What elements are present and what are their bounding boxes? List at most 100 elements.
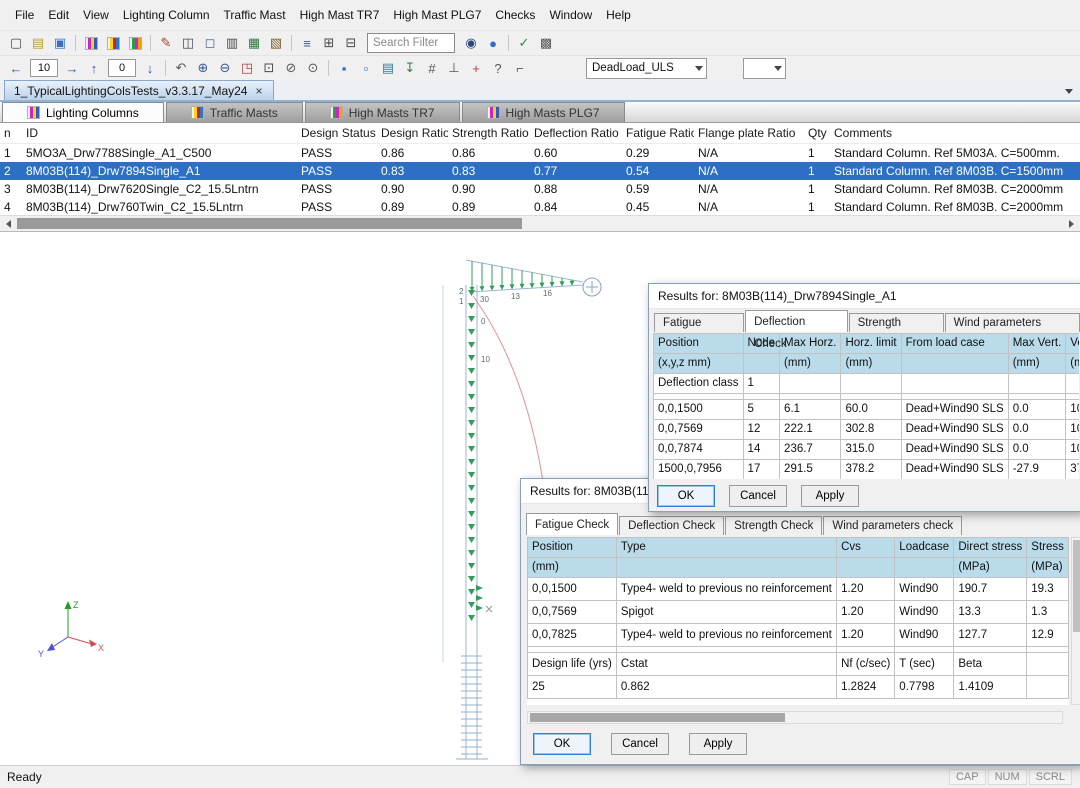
menu-high-mast-tr7[interactable]: High Mast TR7 — [293, 4, 387, 26]
print-preview-icon[interactable]: ◻ — [200, 33, 220, 53]
document-tab[interactable]: 1_TypicalLightingColsTests_v3.3.17_May24… — [4, 80, 274, 100]
column-header-n[interactable]: n — [0, 123, 22, 143]
high-mast-icon[interactable] — [125, 33, 145, 53]
show-restraints-icon[interactable]: ⊥ — [444, 58, 464, 78]
table-cell: 0.0 — [1008, 400, 1066, 420]
tab-fatigue-check[interactable]: Fatigue Check — [526, 513, 618, 535]
up-icon[interactable]: ↑ — [84, 58, 104, 78]
grid-horizontal-scrollbar[interactable] — [0, 215, 1080, 231]
view-plane-icon[interactable]: ▤ — [378, 58, 398, 78]
scrollbar-thumb[interactable] — [530, 713, 785, 722]
tab-strength-check[interactable]: Strength Check — [849, 313, 944, 332]
menu-checks[interactable]: Checks — [488, 4, 542, 26]
column-header-flange-plate-ratio[interactable]: Flange plate Ratio — [694, 123, 804, 143]
menu-file[interactable]: File — [8, 4, 41, 26]
tab-strength-check[interactable]: Strength Check — [725, 516, 822, 535]
zoom-window-icon[interactable]: ◳ — [237, 58, 257, 78]
find-icon[interactable]: ◉ — [461, 33, 481, 53]
tab-wind-parameters-check[interactable]: Wind parameters check — [823, 516, 962, 535]
tab-overflow-button[interactable] — [1061, 84, 1076, 99]
column-header-fatigue-ratio[interactable]: Fatigue Ratio — [622, 123, 694, 143]
down-icon[interactable]: ↓ — [140, 58, 160, 78]
forward-icon[interactable]: → — [62, 58, 82, 78]
scrollbar-thumb[interactable] — [1073, 540, 1080, 632]
dialog-vertical-scrollbar[interactable] — [1071, 537, 1080, 705]
pen-icon[interactable]: ✎ — [156, 33, 176, 53]
table-settings-icon[interactable]: ▩ — [536, 33, 556, 53]
menu-window[interactable]: Window — [542, 4, 599, 26]
ok-button[interactable]: OK — [533, 733, 591, 755]
table-cell: 0.0 — [1008, 420, 1066, 440]
show-numbers-icon[interactable]: # — [422, 58, 442, 78]
list-view-icon[interactable]: ⊟ — [341, 33, 361, 53]
nav-up-count[interactable]: 0 — [108, 59, 136, 77]
traffic-mast-icon[interactable] — [103, 33, 123, 53]
circle-select-icon[interactable]: ⊙ — [303, 58, 323, 78]
table-row[interactable]: 15MO3A_Drw7788Single_A1_C500PASS0.860.86… — [0, 143, 1080, 162]
node-select-icon[interactable]: ▪ — [334, 58, 354, 78]
menu-lighting-column[interactable]: Lighting Column — [116, 4, 217, 26]
query-icon[interactable]: ? — [488, 58, 508, 78]
dialog-horizontal-scrollbar[interactable] — [527, 711, 1063, 724]
table-row[interactable]: 28M03B(114)_Drw7894Single_A1PASS0.830.83… — [0, 162, 1080, 180]
scrollbar-thumb[interactable] — [17, 218, 522, 229]
cancel-button[interactable]: Cancel — [729, 485, 787, 507]
tab-lighting-columns[interactable]: Lighting Columns — [2, 102, 164, 122]
tab-deflection-check[interactable]: Deflection Check — [745, 310, 848, 332]
insert-row-icon[interactable]: ≡ — [297, 33, 317, 53]
tab-wind-parameters-check[interactable]: Wind parameters check — [945, 313, 1080, 332]
copy-icon[interactable]: ◫ — [178, 33, 198, 53]
element-select-icon[interactable]: ▫ — [356, 58, 376, 78]
new-file-icon[interactable]: ▢ — [6, 33, 26, 53]
column-header-id[interactable]: ID — [22, 123, 297, 143]
menu-traffic-mast[interactable]: Traffic Mast — [217, 4, 293, 26]
menu-high-mast-plg7[interactable]: High Mast PLG7 — [386, 4, 488, 26]
secondary-combo[interactable] — [743, 58, 786, 79]
apply-button[interactable]: Apply — [689, 733, 747, 755]
column-header-qty[interactable]: Qty — [804, 123, 830, 143]
zoom-in-icon[interactable]: ⊕ — [193, 58, 213, 78]
column-header-comments[interactable]: Comments — [830, 123, 1080, 143]
save-icon[interactable]: ▣ — [50, 33, 70, 53]
zoom-out-icon[interactable]: ⊖ — [215, 58, 235, 78]
column-header-design-ratio[interactable]: Design Ratio — [377, 123, 448, 143]
export-excel-icon[interactable]: ▦ — [244, 33, 264, 53]
column-header-design-status[interactable]: Design Status — [297, 123, 377, 143]
ok-button[interactable]: OK — [657, 485, 715, 507]
tab-traffic-masts[interactable]: Traffic Masts — [166, 102, 303, 122]
menu-help[interactable]: Help — [599, 4, 638, 26]
tab-high-masts-plg7[interactable]: High Masts PLG7 — [462, 102, 625, 122]
show-axes-icon[interactable]: + — [466, 58, 486, 78]
web-update-icon[interactable]: ● — [483, 33, 503, 53]
scroll-right-button[interactable] — [1064, 218, 1079, 229]
show-loads-icon[interactable]: ↧ — [400, 58, 420, 78]
design-check-icon[interactable]: ✓ — [514, 33, 534, 53]
tab-high-masts-tr7[interactable]: High Masts TR7 — [305, 102, 460, 122]
loadcase-combo[interactable]: DeadLoad_ULS — [586, 58, 707, 79]
nav-back-count[interactable]: 10 — [30, 59, 58, 77]
report-icon[interactable]: ▧ — [266, 33, 286, 53]
open-folder-icon[interactable]: ▤ — [28, 33, 48, 53]
close-tab-icon[interactable]: × — [254, 84, 263, 98]
menu-edit[interactable]: Edit — [41, 4, 76, 26]
deselect-icon[interactable]: ⊘ — [281, 58, 301, 78]
cancel-button[interactable]: Cancel — [611, 733, 669, 755]
apply-button[interactable]: Apply — [801, 485, 859, 507]
table-row[interactable]: 48M03B(114)_Drw760Twin_C2_15.5LntrnPASS0… — [0, 198, 1080, 216]
search-filter-input[interactable] — [367, 33, 455, 53]
dialog-title-bar[interactable]: Results for: 8M03B(114)_Drw7894Single_A1 — [649, 284, 1080, 309]
lighting-column-icon[interactable] — [81, 33, 101, 53]
menu-view[interactable]: View — [76, 4, 116, 26]
zoom-extents-icon[interactable]: ⊡ — [259, 58, 279, 78]
measure-icon[interactable]: ⌐ — [510, 58, 530, 78]
table-row[interactable]: 38M03B(114)_Drw7620Single_C2_15.5LntrnPA… — [0, 180, 1080, 198]
tab-fatigue-check[interactable]: Fatigue Check — [654, 313, 744, 332]
back-icon[interactable]: ← — [6, 58, 26, 78]
scroll-left-button[interactable] — [1, 218, 16, 229]
print-icon[interactable]: ▥ — [222, 33, 242, 53]
grid-view-icon[interactable]: ⊞ — [319, 33, 339, 53]
tab-deflection-check[interactable]: Deflection Check — [619, 516, 724, 535]
column-header-strength-ratio[interactable]: Strength Ratio — [448, 123, 530, 143]
undo-icon[interactable]: ↶ — [171, 58, 191, 78]
column-header-deflection-ratio[interactable]: Deflection Ratio — [530, 123, 622, 143]
